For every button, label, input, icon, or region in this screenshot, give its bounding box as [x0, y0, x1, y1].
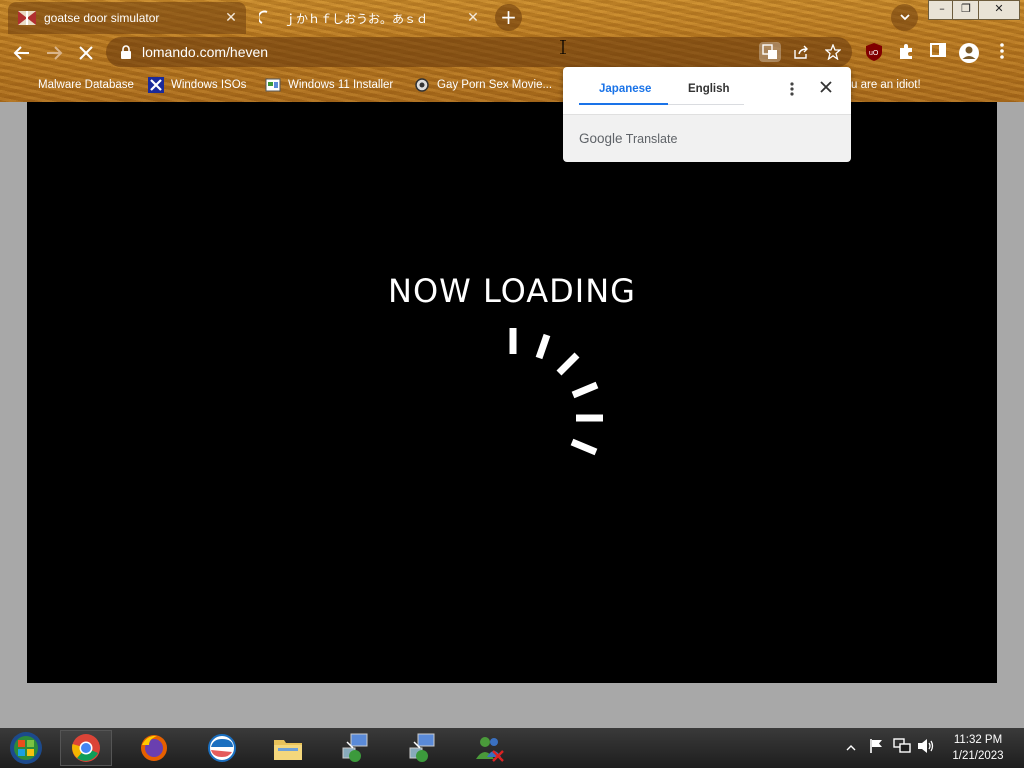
game-canvas[interactable]: NOW LOADING [27, 102, 997, 683]
close-icon[interactable] [819, 79, 833, 98]
messenger-icon[interactable] [463, 730, 515, 766]
bookmark-windows-11-installer[interactable]: Windows 11 Installer [265, 76, 393, 94]
side-panel-icon[interactable] [927, 42, 949, 64]
address-bar[interactable]: lomando.com/heven [106, 37, 852, 67]
bookmark-malware-database[interactable]: Malware Database [38, 76, 134, 94]
taskbar: 11:32 PM 1/21/2023 [0, 728, 1024, 768]
bookmark-label: u are an idiot! [851, 79, 921, 91]
lock-icon [120, 44, 132, 59]
gear-globe-icon [414, 77, 430, 93]
svg-text:uO: uO [869, 50, 879, 57]
loading-spinner-icon [258, 10, 276, 26]
tab-title: goatse door simulator [44, 11, 160, 25]
network-icon[interactable] [893, 738, 911, 757]
bookmark-star-icon[interactable] [822, 42, 844, 62]
image-file-icon [265, 77, 281, 93]
bookmark-label: Windows ISOs [171, 79, 247, 91]
x-logo-icon [148, 77, 164, 93]
google-brand-text: Google [579, 131, 623, 146]
tab-japanese[interactable]: Japanese [599, 83, 651, 95]
bookmark-label: Windows 11 Installer [288, 79, 394, 91]
spinner-bar [571, 381, 599, 399]
extensions-puzzle-icon[interactable] [895, 42, 917, 64]
volume-icon[interactable] [917, 738, 935, 757]
tab-close-icon[interactable]: ✕ [222, 10, 240, 26]
selected-tab-indicator [579, 103, 668, 105]
translate-footer: Google Translate [563, 114, 851, 162]
start-button[interactable] [0, 730, 52, 766]
close-window-button[interactable]: ✕ [978, 0, 1020, 20]
translate-page-icon[interactable] [759, 42, 781, 62]
new-tab-button[interactable]: + [495, 4, 522, 31]
translate-options-icon[interactable] [789, 81, 795, 101]
browser-chrome: goatse door simulator ✕ ｊかｈｆしおうお。あｓｄ ✕ +… [0, 0, 1024, 102]
bookmark-label: Gay Porn Sex Movie... [437, 79, 553, 91]
share-icon[interactable] [790, 42, 812, 62]
spinner-bar [570, 438, 598, 456]
bookmark-idiot[interactable]: u are an idiot! [851, 76, 921, 94]
bookmark-label: Malware Database [38, 79, 134, 91]
spinner-bar [556, 352, 580, 376]
network-app-2-icon[interactable] [396, 730, 448, 766]
show-hidden-icons-button[interactable] [846, 741, 856, 755]
bookmark-windows-isos[interactable]: Windows ISOs [148, 76, 246, 94]
chrome-taskbar-icon[interactable] [60, 730, 112, 766]
google-translate-brand: Google Translate [579, 131, 677, 146]
tab-close-icon[interactable]: ✕ [464, 10, 482, 26]
tab-title: ｊかｈｆしおうお。あｓｄ [284, 11, 429, 26]
stop-loading-button[interactable] [73, 40, 99, 66]
bookmarks-bar: Malware Database Windows ISOs Windows 11… [0, 72, 1024, 98]
loading-spinner [509, 328, 603, 456]
tab-strip: goatse door simulator ✕ ｊかｈｆしおうお。あｓｄ ✕ +… [0, 0, 1024, 34]
back-button[interactable] [9, 40, 35, 66]
browser-toolbar: lomando.com/heven uO [0, 34, 1024, 70]
clock-time: 11:32 PM [953, 734, 1003, 746]
system-clock[interactable]: 11:32 PM 1/21/2023 [936, 732, 1020, 764]
game-favicon-icon [18, 10, 36, 26]
profile-avatar-icon[interactable] [958, 42, 980, 64]
menu-kebab-icon[interactable] [991, 42, 1013, 64]
url-text: lomando.com/heven [142, 44, 269, 60]
action-center-flag-icon[interactable] [869, 738, 885, 757]
bookmark-movie-site[interactable]: Gay Porn Sex Movie... [414, 76, 552, 94]
forward-button[interactable] [41, 40, 67, 66]
text-cursor-icon [560, 40, 566, 54]
clock-date: 1/21/2023 [952, 750, 1004, 762]
tab-english[interactable]: English [688, 83, 730, 95]
translate-popup: Japanese English Google Translate [563, 67, 851, 162]
tab-search-button[interactable] [891, 4, 918, 31]
internet-explorer-icon[interactable] [196, 730, 248, 766]
spinner-bar [535, 333, 551, 360]
network-app-1-icon[interactable] [329, 730, 381, 766]
firefox-taskbar-icon[interactable] [128, 730, 180, 766]
translate-brand-text: Translate [625, 132, 678, 146]
tab-japanese-page[interactable]: ｊかｈｆしおうお。あｓｄ ✕ [248, 2, 488, 34]
ublock-origin-icon[interactable]: uO [863, 42, 885, 64]
file-explorer-icon[interactable] [262, 730, 314, 766]
tab-goatse-door-simulator[interactable]: goatse door simulator ✕ [8, 2, 246, 34]
restore-button[interactable]: ❐ [952, 0, 980, 20]
